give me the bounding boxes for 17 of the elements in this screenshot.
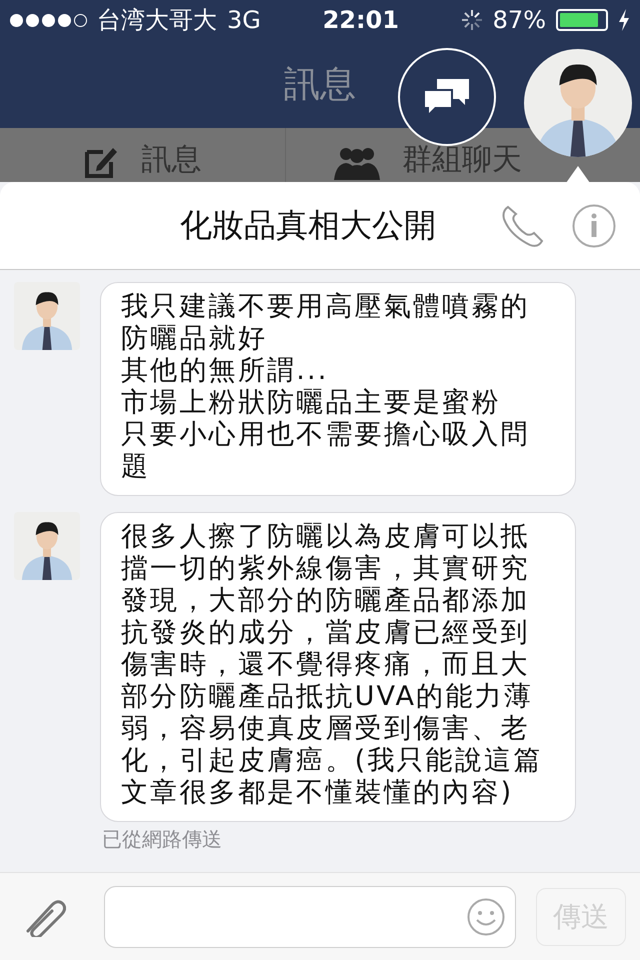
message-text: 很多人擦了防曬以為皮膚可以抵擋一切的紫外線傷害，其實研究發現，大部分的防曬產品都添加抗發炎的成分，當皮膚已經受到傷害時，還不覺得疼痛，而且大部分防曬產品抵抗UVA的能力薄弱，容易使真皮層受到傷害、老化，引起皮膚癌。(我只能說這篇文章很多都是不懂裝懂的內容) xyxy=(121,521,544,809)
info-icon[interactable] xyxy=(572,204,616,248)
carrier-name: 台湾大哥大 xyxy=(97,5,217,36)
screen-title: 訊息 xyxy=(284,62,356,106)
message-text: 我只建議不要用高壓氣體噴霧的防曬品就好 xyxy=(121,291,531,355)
clock-time: 22:01 xyxy=(322,6,399,34)
message-text: 市場上粉狀防曬品主要是蜜粉 xyxy=(121,387,502,419)
message-text: 只要小心用也不需要擔心吸入問題 xyxy=(121,419,531,483)
smiley-icon[interactable] xyxy=(467,898,505,936)
delivery-status: 已從網路傳送 xyxy=(102,826,223,853)
battery-percent: 87% xyxy=(492,6,546,34)
battery-icon xyxy=(556,9,608,31)
chat-title: 化妝品真相大公開 xyxy=(180,204,437,246)
activity-icon xyxy=(460,9,483,31)
message-input[interactable] xyxy=(104,886,516,948)
network-type: 3G xyxy=(227,6,261,34)
message-text: 其他的無所謂... xyxy=(121,355,330,387)
